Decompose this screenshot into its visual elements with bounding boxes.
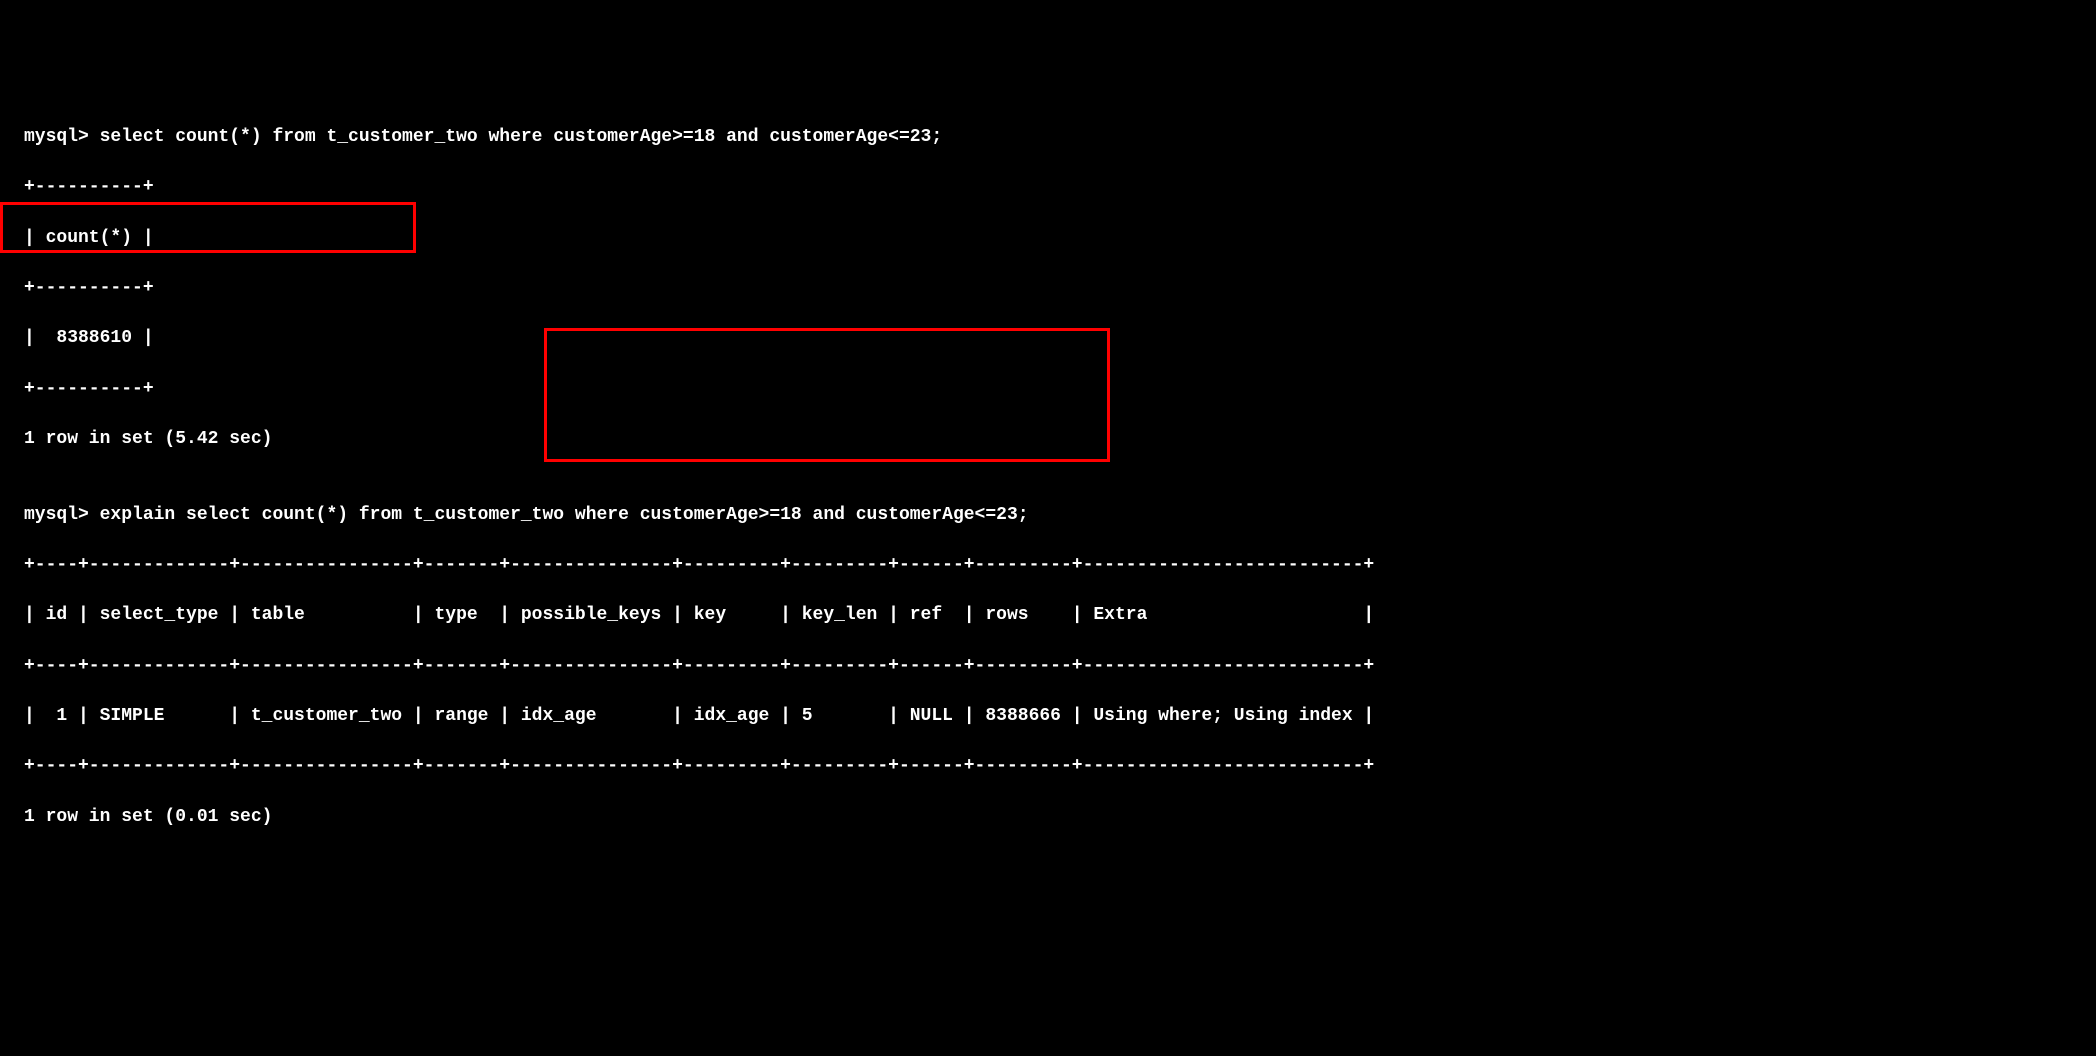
- result-summary-1: 1 row in set (5.42 sec): [24, 427, 2072, 452]
- table-header-count: | count(*) |: [24, 226, 2072, 251]
- table-border: +----------+: [24, 175, 2072, 200]
- table-row-count-value: | 8388610 |: [24, 326, 2072, 351]
- explain-table-border: +----+-------------+----------------+---…: [24, 754, 2072, 779]
- explain-table-header: | id | select_type | table | type | poss…: [24, 603, 2072, 628]
- table-border: +----------+: [24, 377, 2072, 402]
- mysql-query-2: mysql> explain select count(*) from t_cu…: [24, 503, 2072, 528]
- explain-table-border: +----+-------------+----------------+---…: [24, 553, 2072, 578]
- explain-table-border: +----+-------------+----------------+---…: [24, 654, 2072, 679]
- mysql-query-1: mysql> select count(*) from t_customer_t…: [24, 125, 2072, 150]
- table-border: +----------+: [24, 276, 2072, 301]
- explain-table-row: | 1 | SIMPLE | t_customer_two | range | …: [24, 704, 2072, 729]
- result-summary-2: 1 row in set (0.01 sec): [24, 805, 2072, 830]
